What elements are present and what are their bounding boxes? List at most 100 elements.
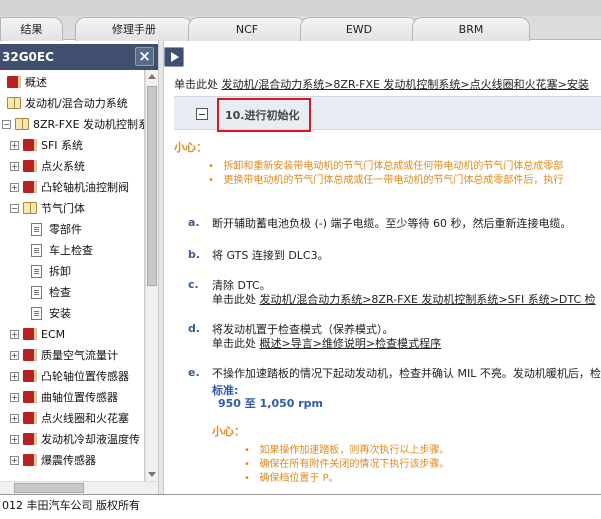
tree-item-label: 8ZR-FXE 发动机控制系 — [33, 118, 145, 131]
tree-item-label: 检查 — [49, 286, 71, 299]
expand-icon[interactable]: + — [10, 435, 19, 444]
scroll-down-icon[interactable] — [148, 472, 156, 477]
tree-item-label: SFI 系统 — [41, 139, 84, 152]
tree-vertical-scrollbar[interactable] — [145, 70, 158, 481]
left-panel-title: 32G0EC — [2, 50, 54, 64]
caution-bullet: • 确保档位置于 P。 — [244, 473, 339, 484]
closed-book-icon — [7, 76, 21, 88]
open-book-icon — [23, 202, 37, 214]
caution-bullet: • 拆卸和重新安装带电动机的节气门体总成或任何带电动机的节气门体总成零部 — [208, 161, 564, 172]
closed-book-icon — [23, 181, 37, 193]
expand-icon[interactable]: + — [10, 456, 19, 465]
copyright-footer: 012 丰田汽车公司 版权所有 — [0, 494, 601, 519]
step-letter: d. — [188, 322, 201, 335]
breadcrumb: 单击此处 发动机/混合动力系统>8ZR-FXE 发动机控制系统>点火线圈和火花塞… — [174, 76, 601, 92]
closed-book-icon — [23, 454, 37, 466]
reference-link[interactable]: 概述>导言>维修说明>检查模式程序 — [260, 337, 442, 350]
close-panel-button[interactable]: × — [135, 47, 154, 66]
expand-icon[interactable]: + — [10, 414, 19, 423]
tree-item-label: 零部件 — [49, 223, 82, 236]
left-panel-header: 32G0EC × — [0, 44, 158, 70]
page-icon — [31, 223, 42, 236]
closed-book-icon — [23, 391, 37, 403]
horizontal-scrollbar-thumb[interactable] — [14, 483, 84, 493]
caution-item: 更换带电动机的节气门体总成或任一带电动机的节气门体总成零部件后，执行 — [223, 175, 564, 186]
expand-icon[interactable]: + — [10, 162, 19, 171]
tree-item-label: 发动机/混合动力系统 — [25, 97, 128, 110]
caution-bullet: • 更换带电动机的节气门体总成或任一带电动机的节气门体总成零部件后，执行 — [208, 175, 564, 186]
tree-item-label: 发动机冷却液温度传 — [41, 433, 140, 446]
open-book-icon — [15, 118, 29, 130]
closed-book-icon — [23, 139, 37, 151]
tree-item-label: 安装 — [49, 307, 71, 320]
tree-item-label: 概述 — [25, 76, 47, 89]
tree-item-label: 凸轮轴位置传感器 — [41, 370, 129, 383]
caution-title: 小心： — [174, 141, 207, 154]
tree-item-label: 车上检查 — [49, 244, 93, 257]
step-sub-reference: 单击此处 概述>导言>维修说明>检查模式程序 — [212, 335, 441, 351]
tree-horizontal-scrollbar[interactable] — [0, 481, 158, 494]
caution-bullet: • 如果操作加速踏板，则再次执行以上步骤。 — [244, 445, 450, 456]
navigation-tree: 概述发动机/混合动力系统 − 8ZR-FXE 发动机控制系 + SFI 系统 + 点火系统 +… — [0, 70, 145, 494]
tab-ewd[interactable]: EWD — [300, 17, 418, 41]
step-text: 将 GTS 连接到 DLC3。 — [212, 249, 329, 262]
page-icon — [31, 286, 42, 299]
closed-book-icon — [23, 328, 37, 340]
closed-book-icon — [23, 412, 37, 424]
expand-icon[interactable]: + — [10, 141, 19, 150]
tab-bar: 结果 修理手册 NCF EWD BRM — [0, 0, 601, 41]
page-icon — [31, 307, 42, 320]
expand-content-button[interactable] — [164, 47, 184, 67]
tree-item-label: 拆卸 — [49, 265, 71, 278]
step-letter: b. — [188, 248, 201, 261]
tab-ncf[interactable]: NCF — [188, 17, 306, 41]
breadcrumb-link[interactable]: 发动机/混合动力系统>8ZR-FXE 发动机控制系统>点火线圈和火花塞>安装 — [222, 78, 589, 91]
closed-book-icon — [23, 433, 37, 445]
close-icon: × — [138, 47, 151, 65]
tree-item-label: 凸轮轴机油控制阀 — [41, 181, 129, 194]
scroll-up-icon[interactable] — [148, 74, 156, 79]
caution-item: 确保档位置于 P。 — [259, 473, 339, 484]
caution-bullet: • 确保在所有附件关闭的情况下执行该步骤。 — [244, 459, 450, 470]
copyright-text: 012 丰田汽车公司 版权所有 — [2, 499, 140, 512]
expand-icon[interactable]: + — [10, 183, 19, 192]
step-letter: c. — [188, 278, 199, 291]
page-icon — [31, 244, 42, 257]
closed-book-icon — [23, 160, 37, 172]
tree-item-label: 点火线圈和火花塞 — [41, 412, 129, 425]
expand-icon[interactable]: + — [10, 372, 19, 381]
step-sub-reference: 单击此处 发动机/混合动力系统>8ZR-FXE 发动机控制系统>SFI 系统>D… — [212, 291, 596, 307]
breadcrumb-prefix: 单击此处 — [174, 78, 218, 91]
step-letter: a. — [188, 216, 200, 229]
expand-icon[interactable]: + — [10, 351, 19, 360]
caution-title: 小心： — [212, 425, 245, 438]
collapse-icon[interactable]: − — [10, 204, 19, 213]
tree-item-label: 爆震传感器 — [41, 454, 96, 467]
tab-brm[interactable]: BRM — [412, 17, 530, 41]
tree-item-label: 点火系统 — [41, 160, 85, 173]
tab-repair-manual[interactable]: 修理手册 — [75, 17, 193, 41]
tab-results[interactable]: 结果 — [0, 17, 63, 41]
tree-item-label: 节气门体 — [41, 202, 85, 215]
closed-book-icon — [23, 370, 37, 382]
collapse-icon[interactable]: − — [2, 120, 11, 129]
collapse-section-icon[interactable] — [196, 108, 208, 120]
page-icon — [31, 265, 42, 278]
closed-book-icon — [23, 349, 37, 361]
reference-prefix: 单击此处 — [212, 293, 256, 306]
document-content: 单击此处 发动机/混合动力系统>8ZR-FXE 发动机控制系统>点火线圈和火花塞… — [164, 70, 601, 494]
step-text: 不操作加速踏板的情况下起动发动机，检查并确认 MIL 不亮。发动机暖机后，检 — [212, 367, 601, 380]
tree-item-label: 曲轴位置传感器 — [41, 391, 118, 404]
reference-link[interactable]: 发动机/混合动力系统>8ZR-FXE 发动机控制系统>SFI 系统>DTC 检 — [260, 293, 596, 306]
step-title: 10.进行初始化 — [225, 109, 300, 122]
tree-item-label: 质量空气流量计 — [41, 349, 118, 362]
scrollbar-thumb[interactable] — [147, 86, 157, 286]
expand-icon[interactable]: + — [10, 330, 19, 339]
reference-prefix: 单击此处 — [212, 337, 256, 350]
tab-bar-background — [0, 0, 601, 16]
open-book-icon — [7, 97, 21, 109]
expand-icon[interactable]: + — [10, 393, 19, 402]
step-letter: e. — [188, 366, 200, 379]
standard-value: 950 至 1,050 rpm — [218, 397, 324, 410]
step-text: 断开辅助蓄电池负极 (-) 端子电缆。至少等待 60 秒，然后重新连接电缆。 — [212, 217, 572, 230]
